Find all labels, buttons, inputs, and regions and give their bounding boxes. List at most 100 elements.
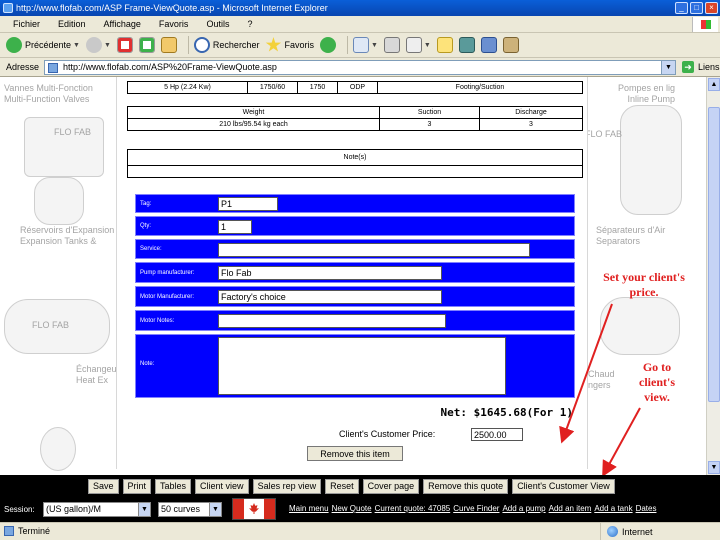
- zone-text: Internet: [622, 526, 653, 537]
- edit-icon: [405, 37, 422, 53]
- sales-rep-view-button[interactable]: Sales rep view: [252, 478, 322, 494]
- maximize-button[interactable]: □: [690, 2, 703, 14]
- chevron-down-icon[interactable]: ▼: [138, 503, 150, 516]
- spec-table-notes: Note(s): [127, 149, 583, 178]
- client-view-button[interactable]: Client view: [195, 478, 249, 494]
- cover-page-button[interactable]: Cover page: [362, 478, 420, 494]
- link-add-pump[interactable]: Add a pump: [502, 504, 545, 513]
- save-button[interactable]: Save: [88, 478, 119, 494]
- menu-help[interactable]: ?: [247, 19, 252, 29]
- link-new-quote[interactable]: New Quote: [332, 504, 372, 513]
- toolbar-separator: [187, 36, 189, 54]
- mail-icon: [352, 37, 369, 53]
- link-curve-finder[interactable]: Curve Finder: [453, 504, 499, 513]
- table-cell: 5 Hp (2.24 Kw): [127, 81, 248, 94]
- menu-file[interactable]: Fichier: [13, 19, 40, 29]
- refresh-icon: [138, 37, 155, 53]
- research-button[interactable]: [480, 35, 497, 55]
- search-label: Rechercher: [212, 40, 260, 50]
- table-cell: Footing/Suction: [377, 81, 583, 94]
- scroll-up-icon[interactable]: ▲: [708, 78, 720, 91]
- print-button[interactable]: [383, 35, 400, 55]
- messenger-button[interactable]: [458, 35, 475, 55]
- search-button[interactable]: Rechercher: [193, 35, 260, 55]
- address-dropdown-icon[interactable]: ▼: [661, 60, 675, 74]
- clients-customer-view-button[interactable]: Client's Customer View: [512, 478, 615, 494]
- vertical-scrollbar[interactable]: ▲ ▼: [706, 77, 720, 475]
- mail-dropdown-icon[interactable]: ▼: [371, 42, 378, 49]
- reset-button[interactable]: Reset: [325, 478, 359, 494]
- link-main-menu[interactable]: Main menu: [289, 504, 329, 513]
- note-textarea[interactable]: [218, 337, 506, 395]
- qty-input[interactable]: [218, 220, 252, 234]
- briefcase-button[interactable]: [502, 35, 519, 55]
- annotation-go-to-view: Go to client's view.: [639, 360, 675, 404]
- window-title: http://www.flofab.com/ASP Frame-ViewQuot…: [16, 3, 328, 13]
- edit-dropdown-icon[interactable]: ▼: [424, 42, 431, 49]
- link-add-item[interactable]: Add an item: [549, 504, 592, 513]
- service-input[interactable]: [218, 243, 530, 257]
- table-cell: 1750/60: [247, 81, 298, 94]
- menu-favorites[interactable]: Favoris: [159, 19, 189, 29]
- menu-edit[interactable]: Edition: [58, 19, 86, 29]
- back-button[interactable]: Précédente ▼: [6, 35, 80, 55]
- home-icon: [160, 37, 177, 53]
- refresh-button[interactable]: [138, 35, 155, 55]
- chevron-down-icon[interactable]: ▼: [209, 503, 221, 516]
- forward-dropdown-icon[interactable]: ▼: [104, 42, 111, 49]
- pump-manufacturer-input[interactable]: [218, 266, 442, 280]
- motor-manufacturer-input[interactable]: [218, 290, 442, 304]
- home-button[interactable]: [160, 35, 177, 55]
- address-url[interactable]: http://www.flofab.com/ASP%20Frame-ViewQu…: [63, 62, 277, 72]
- title-bar: http://www.flofab.com/ASP Frame-ViewQuot…: [0, 0, 720, 16]
- close-button[interactable]: ×: [705, 2, 718, 14]
- unit-select-value: (US gallon)/M: [46, 504, 102, 514]
- link-add-tank[interactable]: Add a tank: [594, 504, 632, 513]
- history-button[interactable]: [319, 35, 336, 55]
- go-arrow-icon[interactable]: ➜: [682, 61, 694, 73]
- mail-button[interactable]: ▼: [352, 35, 378, 55]
- address-input[interactable]: http://www.flofab.com/ASP%20Frame-ViewQu…: [44, 59, 676, 75]
- unit-select[interactable]: (US gallon)/M ▼: [43, 502, 151, 517]
- spec-table-motor: 5 Hp (2.24 Kw) 1750/60 1750 ODP Footing/…: [127, 81, 583, 94]
- curves-select[interactable]: 50 curves ▼: [158, 502, 222, 517]
- address-label: Adresse: [6, 62, 40, 72]
- favorites-button[interactable]: Favoris: [265, 35, 314, 55]
- bg-caption-inline-pumps: Pompes en lig Inline Pump: [618, 83, 676, 104]
- scroll-down-icon[interactable]: ▼: [708, 461, 720, 474]
- links-button[interactable]: Liens: [698, 62, 720, 72]
- ie-app-icon: [3, 3, 13, 13]
- edit-button[interactable]: ▼: [405, 35, 431, 55]
- tag-input[interactable]: [218, 197, 278, 211]
- remove-quote-button[interactable]: Remove this quote: [423, 478, 509, 494]
- browser-toolbar: Précédente ▼ ▼ Rechercher Favoris ▼ ▼: [0, 33, 720, 58]
- address-bar: Adresse http://www.flofab.com/ASP%20Fram…: [0, 58, 720, 77]
- stop-button[interactable]: [116, 35, 133, 55]
- link-current-quote[interactable]: Current quote: 47085: [375, 504, 451, 513]
- bg-logo-1: FLO FAB: [54, 127, 92, 137]
- windows-logo-icon: [692, 17, 718, 32]
- back-dropdown-icon[interactable]: ▼: [73, 42, 80, 49]
- link-dates[interactable]: Dates: [636, 504, 657, 513]
- canada-flag-icon[interactable]: [232, 498, 276, 520]
- menu-view[interactable]: Affichage: [104, 19, 141, 29]
- window-controls: _ □ ×: [675, 2, 718, 14]
- form-label: Motor Manufacturer:: [140, 294, 195, 300]
- minimize-button[interactable]: _: [675, 2, 688, 14]
- table-cell: 210 lbs/95.54 kg each: [127, 118, 380, 131]
- tables-button[interactable]: Tables: [155, 478, 192, 494]
- remove-item-button[interactable]: Remove this item: [307, 446, 403, 461]
- discuss-button[interactable]: [436, 35, 453, 55]
- print-button[interactable]: Print: [122, 478, 152, 494]
- table-row: [127, 165, 583, 178]
- motor-notes-input[interactable]: [218, 314, 446, 328]
- form-row-motor-notes: Motor Notes:: [135, 310, 575, 331]
- menu-tools[interactable]: Outils: [206, 19, 229, 29]
- scroll-thumb[interactable]: [708, 107, 720, 402]
- form-row-tag: Tag:: [135, 194, 575, 213]
- bg-caption-valves: Vannes Multi-Fonction Multi-Function Valv…: [4, 83, 93, 104]
- client-price-input[interactable]: [471, 428, 523, 441]
- forward-button[interactable]: ▼: [85, 35, 111, 55]
- toolbar-separator: [346, 36, 348, 54]
- bg-caption-heaters: Chaud ngers: [588, 369, 615, 390]
